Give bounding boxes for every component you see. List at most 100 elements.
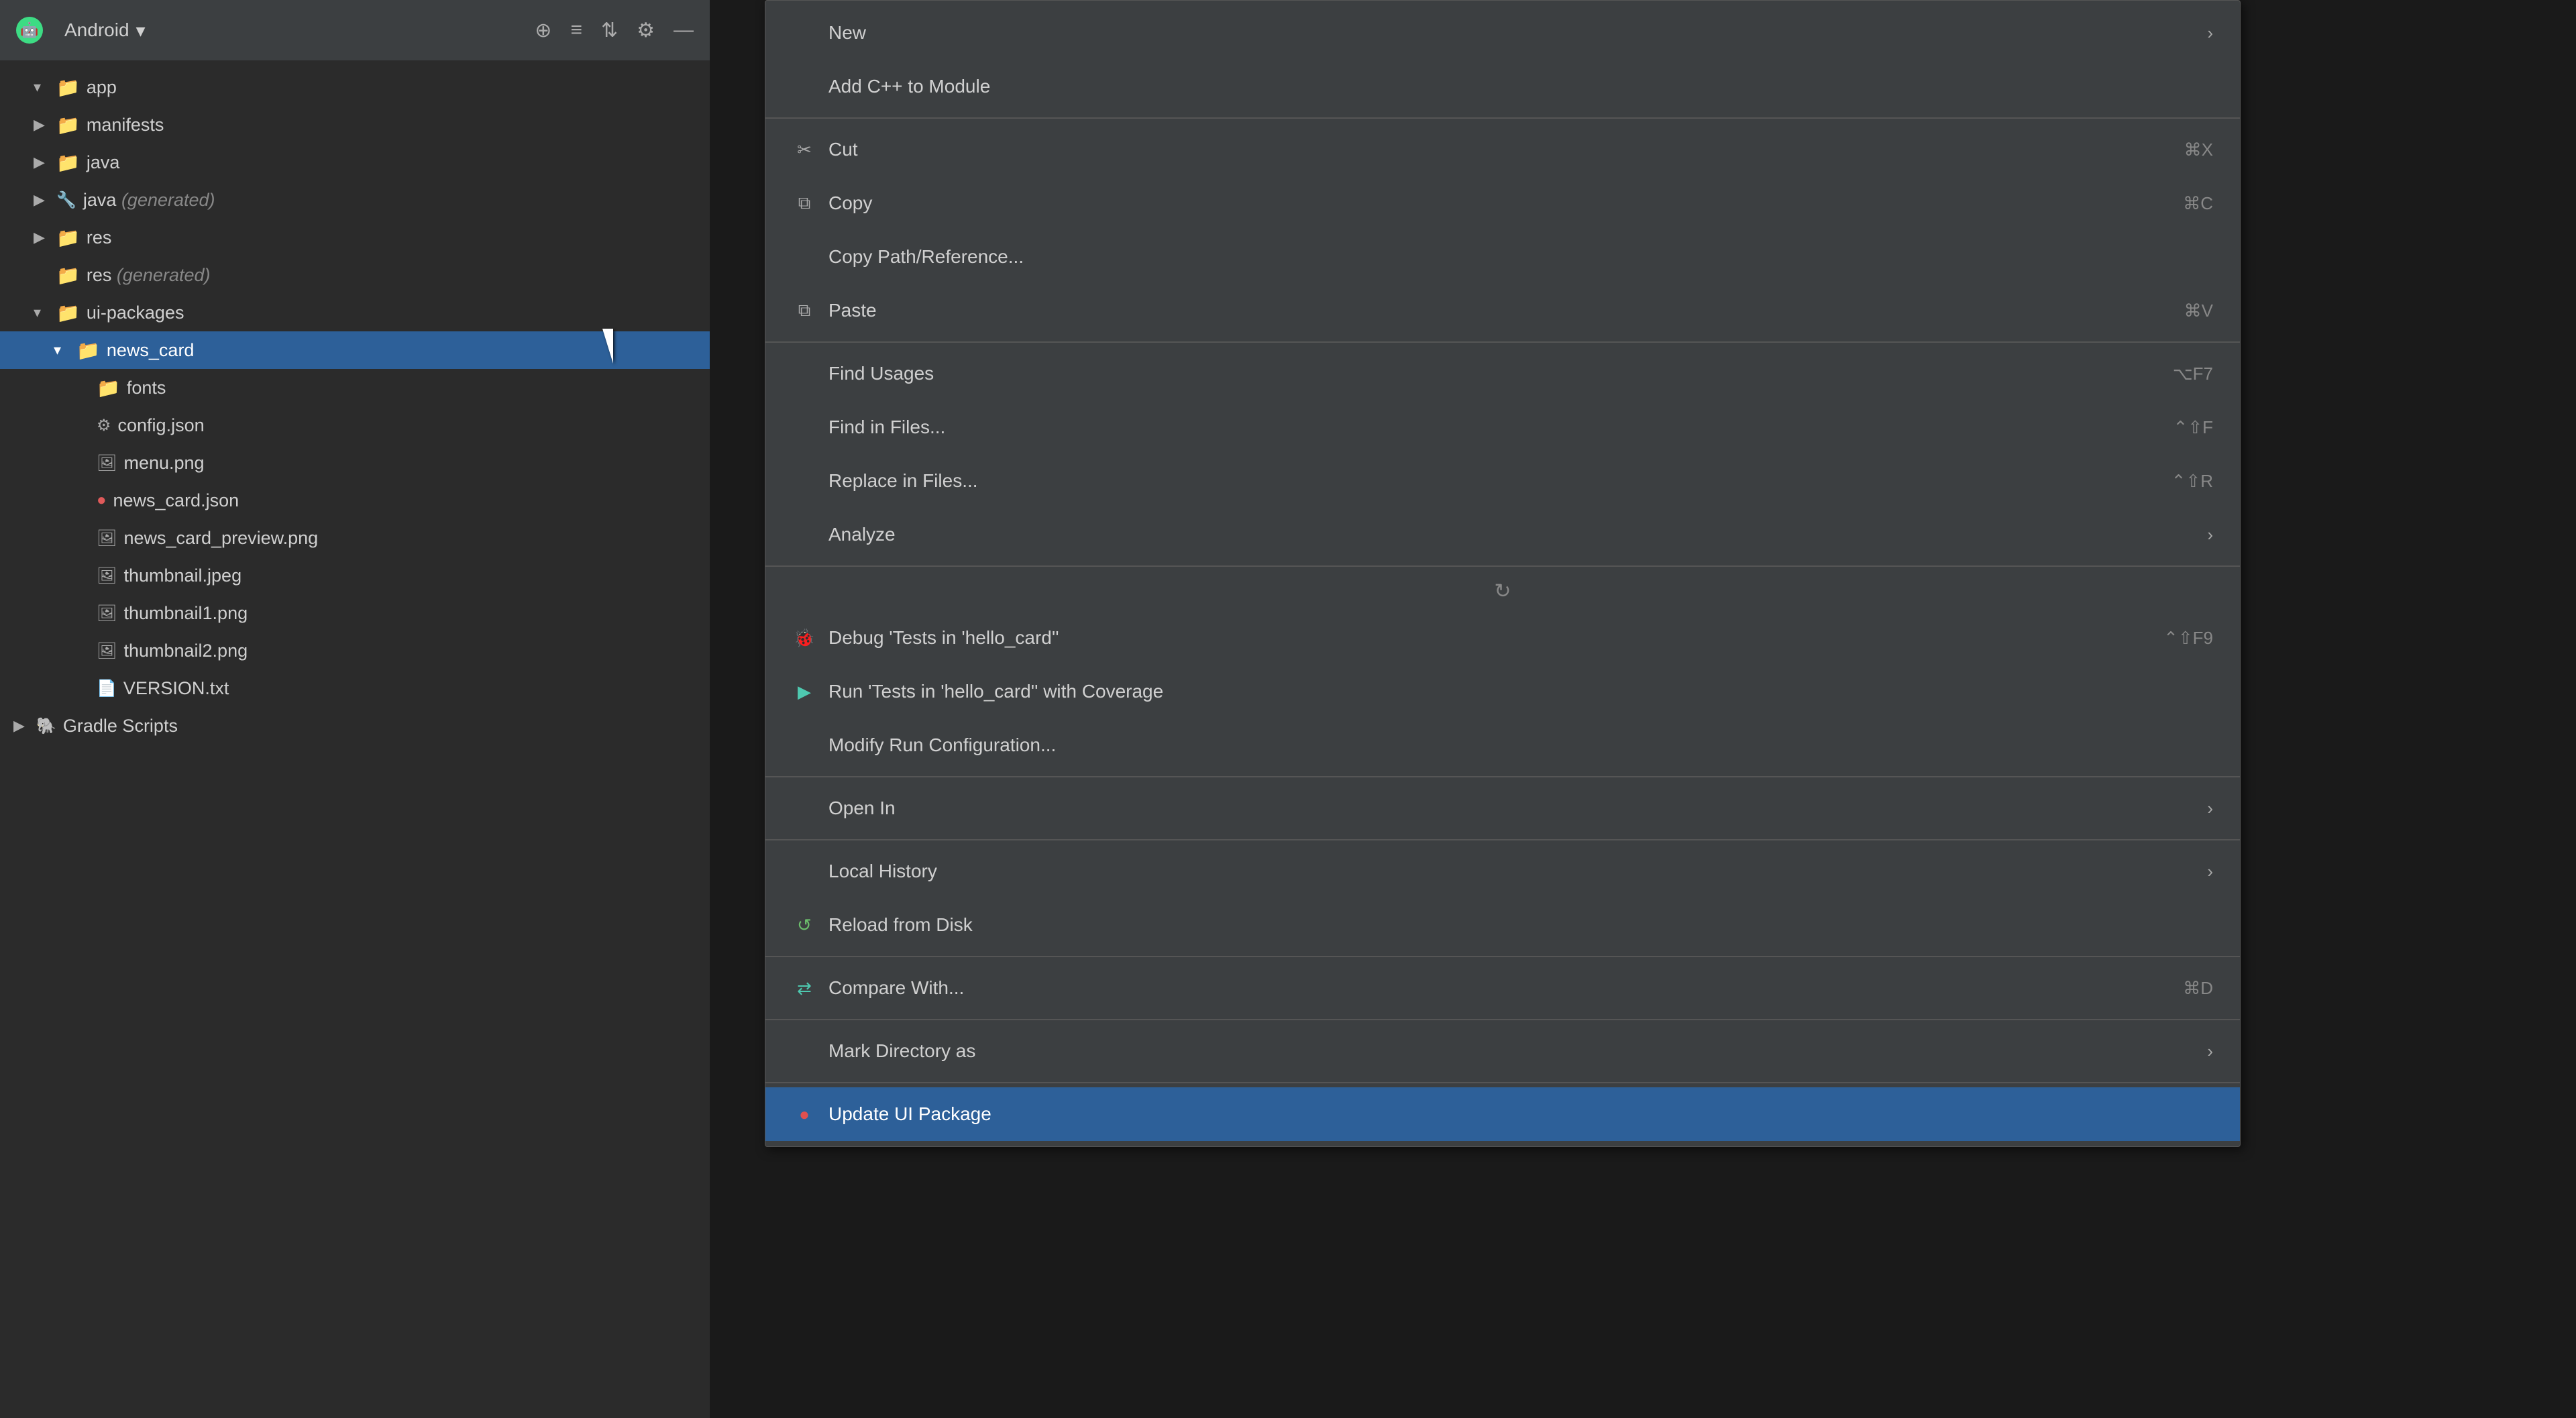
menu-item-mark-dir[interactable]: Mark Directory as › [765,1024,2240,1078]
separator [765,341,2240,343]
tree-item-menu-png[interactable]: 🖼 menu.png [0,444,710,482]
menu-item-find-in-files[interactable]: Find in Files... ⌃⇧F [765,400,2240,454]
menu-label: Mark Directory as [828,1040,975,1062]
menu-label: Local History [828,861,937,882]
update-icon: ● [792,1104,816,1125]
tree-item-java-generated[interactable]: ▶ 🔧 java (generated) [0,181,710,219]
tree-item-news-card-json[interactable]: ● news_card.json [0,482,710,519]
shortcut-label: ⌘C [2183,193,2213,214]
file-tree: ▾ 📁 app ▶ 📁 manifests ▶ 📁 java ▶ 🔧 java … [0,60,710,753]
reload-icon: ↺ [792,915,816,936]
shortcut-label: ⌥F7 [2173,364,2213,384]
menu-item-analyze[interactable]: Analyze › [765,508,2240,561]
tree-item-res-generated[interactable]: 📁 res (generated) [0,256,710,294]
submenu-arrow-icon: › [2207,798,2213,819]
menu-label: New [828,22,866,44]
folder-icon: 📁 [76,339,100,362]
tree-item-ui-packages[interactable]: ▾ 📁 ui-packages [0,294,710,331]
cut-icon: ✂ [792,140,816,160]
file-icon: 🖼 [97,566,117,586]
tree-item-thumbnail-jpeg[interactable]: 🖼 thumbnail.jpeg [0,557,710,594]
tree-item-res[interactable]: ▶ 📁 res [0,219,710,256]
menu-label: Copy Path/Reference... [828,246,1024,268]
minimize-icon[interactable]: — [674,19,694,42]
shortcut-label: ⌘D [2183,978,2213,999]
separator [765,1082,2240,1083]
shortcut-label: ⌃⇧F [2174,417,2213,438]
menu-label: Add C++ to Module [828,76,990,97]
arrow-icon: ▶ [34,229,50,246]
folder-icon: 📁 [56,227,80,249]
menu-item-run-coverage[interactable]: ▶ Run 'Tests in 'hello_card'' with Cover… [765,665,2240,718]
menu-item-add-cpp[interactable]: Add C++ to Module [765,60,2240,113]
dropdown-arrow-icon[interactable]: ▾ [136,19,146,42]
file-icon: ⚙ [97,416,111,435]
tree-item-news-card[interactable]: ▾ 📁 news_card [0,331,710,369]
tree-item-app[interactable]: ▾ 📁 app [0,68,710,106]
arrow-icon: ▾ [54,341,70,359]
tree-item-java[interactable]: ▶ 📁 java [0,144,710,181]
tree-item-config-json[interactable]: ⚙ config.json [0,406,710,444]
tree-item-gradle[interactable]: ▶ 🐘 Gradle Scripts [0,707,710,745]
gradle-icon: 🐘 [36,716,56,736]
menu-item-replace-in-files[interactable]: Replace in Files... ⌃⇧R [765,454,2240,508]
collapse-icon[interactable]: ⇅ [601,19,618,42]
menu-item-copy[interactable]: ⧉ Copy ⌘C [765,176,2240,230]
tree-item-thumbnail2-png[interactable]: 🖼 thumbnail2.png [0,632,710,669]
menu-item-modify-run[interactable]: Modify Run Configuration... [765,718,2240,772]
menu-item-debug[interactable]: 🐞 Debug 'Tests in 'hello_card'' ⌃⇧F9 [765,611,2240,665]
paste-icon: ⧉ [792,300,816,321]
tree-label: java [87,152,120,173]
settings-icon[interactable]: ⚙ [637,19,655,42]
folder-icon: 📁 [56,76,80,99]
tree-label: fonts [127,378,166,398]
menu-item-copy-path[interactable]: Copy Path/Reference... [765,230,2240,284]
menu-item-new[interactable]: New › [765,6,2240,60]
toolbar: 🤖 Android ▾ ⊕ ≡ ⇅ ⚙ — [0,0,710,60]
menu-item-spinner: ↻ [765,571,2240,611]
shortcut-label: ⌘V [2184,301,2213,321]
separator [765,839,2240,840]
copy-icon: ⧉ [792,193,816,214]
tree-label: config.json [118,415,205,436]
file-icon: 🖼 [97,453,117,473]
arrow-icon: ▶ [34,116,50,133]
folder-icon: 📁 [97,377,120,399]
menu-item-local-history[interactable]: Local History › [765,844,2240,898]
tree-label: news_card.json [113,490,239,511]
project-name: Android [64,19,129,41]
menu-label: Replace in Files... [828,470,978,492]
menu-label: Open In [828,798,896,819]
menu-item-paste[interactable]: ⧉ Paste ⌘V [765,284,2240,337]
menu-item-cut[interactable]: ✂ Cut ⌘X [765,123,2240,176]
menu-label: Paste [828,300,877,321]
add-icon[interactable]: ⊕ [535,19,551,42]
tree-item-version-txt[interactable]: 📄 VERSION.txt [0,669,710,707]
submenu-arrow-icon: › [2207,23,2213,44]
menu-item-reload-disk[interactable]: ↺ Reload from Disk [765,898,2240,952]
tree-item-news-card-preview[interactable]: 🖼 news_card_preview.png [0,519,710,557]
folder-icon: 📁 [56,114,80,136]
arrow-icon: ▶ [13,717,30,734]
shortcut-label: ⌃⇧R [2171,471,2213,492]
tree-item-manifests[interactable]: ▶ 📁 manifests [0,106,710,144]
toolbar-title: Android ▾ [64,19,146,42]
tree-label: news_card_preview.png [123,528,318,549]
folder-icon: 📁 [56,264,80,286]
menu-item-find-usages[interactable]: Find Usages ⌥F7 [765,347,2240,400]
tree-label: Gradle Scripts [63,716,178,737]
menu-item-update-ui-package[interactable]: ● Update UI Package [765,1087,2240,1141]
tree-item-fonts[interactable]: 📁 fonts [0,369,710,406]
folder-icon: 📁 [56,152,80,174]
menu-item-compare-with[interactable]: ⇄ Compare With... ⌘D [765,961,2240,1015]
tree-item-thumbnail1-png[interactable]: 🖼 thumbnail1.png [0,594,710,632]
separator [765,776,2240,777]
arrow-icon: ▶ [34,191,50,209]
separator [765,956,2240,957]
menu-label: Compare With... [828,977,964,999]
menu-item-open-in[interactable]: Open In › [765,781,2240,835]
shortcut-label: ⌃⇧F9 [2163,628,2213,649]
file-icon: 🖼 [97,641,117,661]
list-icon[interactable]: ≡ [570,19,582,42]
menu-label: Find Usages [828,363,934,384]
